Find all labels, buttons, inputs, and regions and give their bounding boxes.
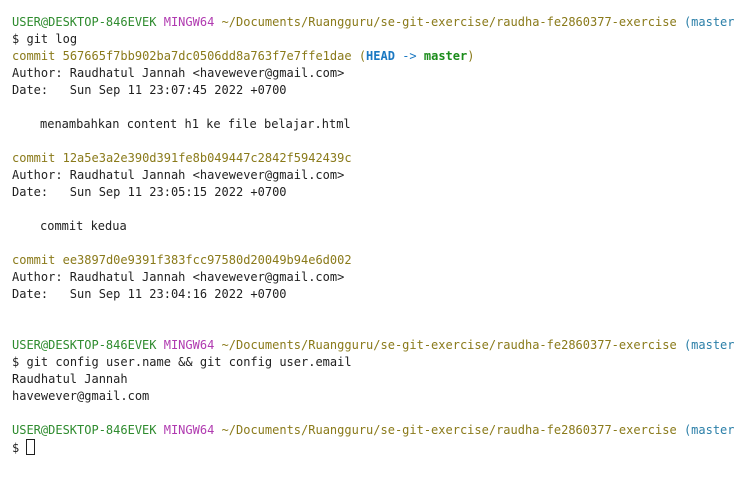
command-line: $ git config user.name && git config use… [12, 354, 730, 371]
commit-hash: ee3897d0e9391f383fcc97580d20049b94e6d002 [62, 253, 352, 267]
commit-label: commit [12, 49, 56, 63]
command-text: git log [26, 32, 78, 46]
commit-line: commit 12a5e3a2e390d391fe8b049447c2842f5… [12, 150, 730, 167]
branch-ref: master [423, 49, 468, 63]
commit-label: commit [12, 151, 56, 165]
command-line: $ git log [12, 31, 730, 48]
commit-hash: 12a5e3a2e390d391fe8b049447c2842f5942439c [62, 151, 352, 165]
prompt-path: ~/Documents/Ruangguru/se-git-exercise/ra… [221, 15, 677, 29]
ref-arrow: -> [402, 49, 417, 63]
prompt-user-host: USER@DESKTOP-846EVEK [12, 15, 157, 29]
prompt-line: USER@DESKTOP-846EVEK MINGW64 ~/Documents… [12, 422, 734, 439]
prompt-symbol: $ [12, 441, 20, 455]
prompt-symbol: $ [12, 355, 20, 369]
input-line[interactable]: $ [12, 439, 730, 456]
commit-date: Date: Sun Sep 11 23:05:15 2022 +0700 [12, 185, 287, 199]
commit-author: Author: Raudhatul Jannah <havewever@gmai… [12, 168, 345, 182]
ref-close: ) [467, 49, 475, 63]
command-text: git config user.name && git config user.… [26, 355, 352, 369]
terminal-window[interactable]: USER@DESKTOP-846EVEK MINGW64 ~/Documents… [12, 14, 734, 456]
commit-date: Date: Sun Sep 11 23:04:16 2022 +0700 [12, 287, 287, 301]
commit-message: commit kedua [40, 219, 127, 233]
prompt-line: USER@DESKTOP-846EVEK MINGW64 ~/Documents… [12, 337, 734, 354]
commit-line: commit ee3897d0e9391f383fcc97580d20049b9… [12, 252, 730, 269]
commit-author: Author: Raudhatul Jannah <havewever@gmai… [12, 270, 345, 284]
commit-date: Date: Sun Sep 11 23:07:45 2022 +0700 [12, 83, 287, 97]
prompt-shell: MINGW64 [163, 423, 215, 437]
prompt-branch: (master) [683, 423, 734, 437]
commit-message: menambahkan content h1 ke file belajar.h… [40, 117, 351, 131]
prompt-user-host: USER@DESKTOP-846EVEK [12, 423, 157, 437]
commit-hash: 567665f7bb902ba7dc0506dd8a763f7e7ffe1dae [62, 49, 352, 63]
prompt-shell: MINGW64 [163, 15, 215, 29]
config-output-email: havewever@gmail.com [12, 389, 150, 403]
commit-author: Author: Raudhatul Jannah <havewever@gmai… [12, 66, 345, 80]
prompt-branch: (master) [683, 15, 734, 29]
commit-label: commit [12, 253, 56, 267]
prompt-branch: (master) [683, 338, 734, 352]
prompt-symbol: $ [12, 32, 20, 46]
prompt-shell: MINGW64 [163, 338, 215, 352]
head-ref: HEAD [366, 49, 395, 63]
prompt-line: USER@DESKTOP-846EVEK MINGW64 ~/Documents… [12, 14, 734, 31]
ref-open: ( [358, 49, 367, 63]
prompt-user-host: USER@DESKTOP-846EVEK [12, 338, 157, 352]
commit-line: commit 567665f7bb902ba7dc0506dd8a763f7e7… [12, 48, 730, 65]
prompt-path: ~/Documents/Ruangguru/se-git-exercise/ra… [221, 338, 677, 352]
prompt-path: ~/Documents/Ruangguru/se-git-exercise/ra… [221, 423, 677, 437]
text-cursor[interactable] [26, 439, 36, 455]
config-output-name: Raudhatul Jannah [12, 372, 128, 386]
